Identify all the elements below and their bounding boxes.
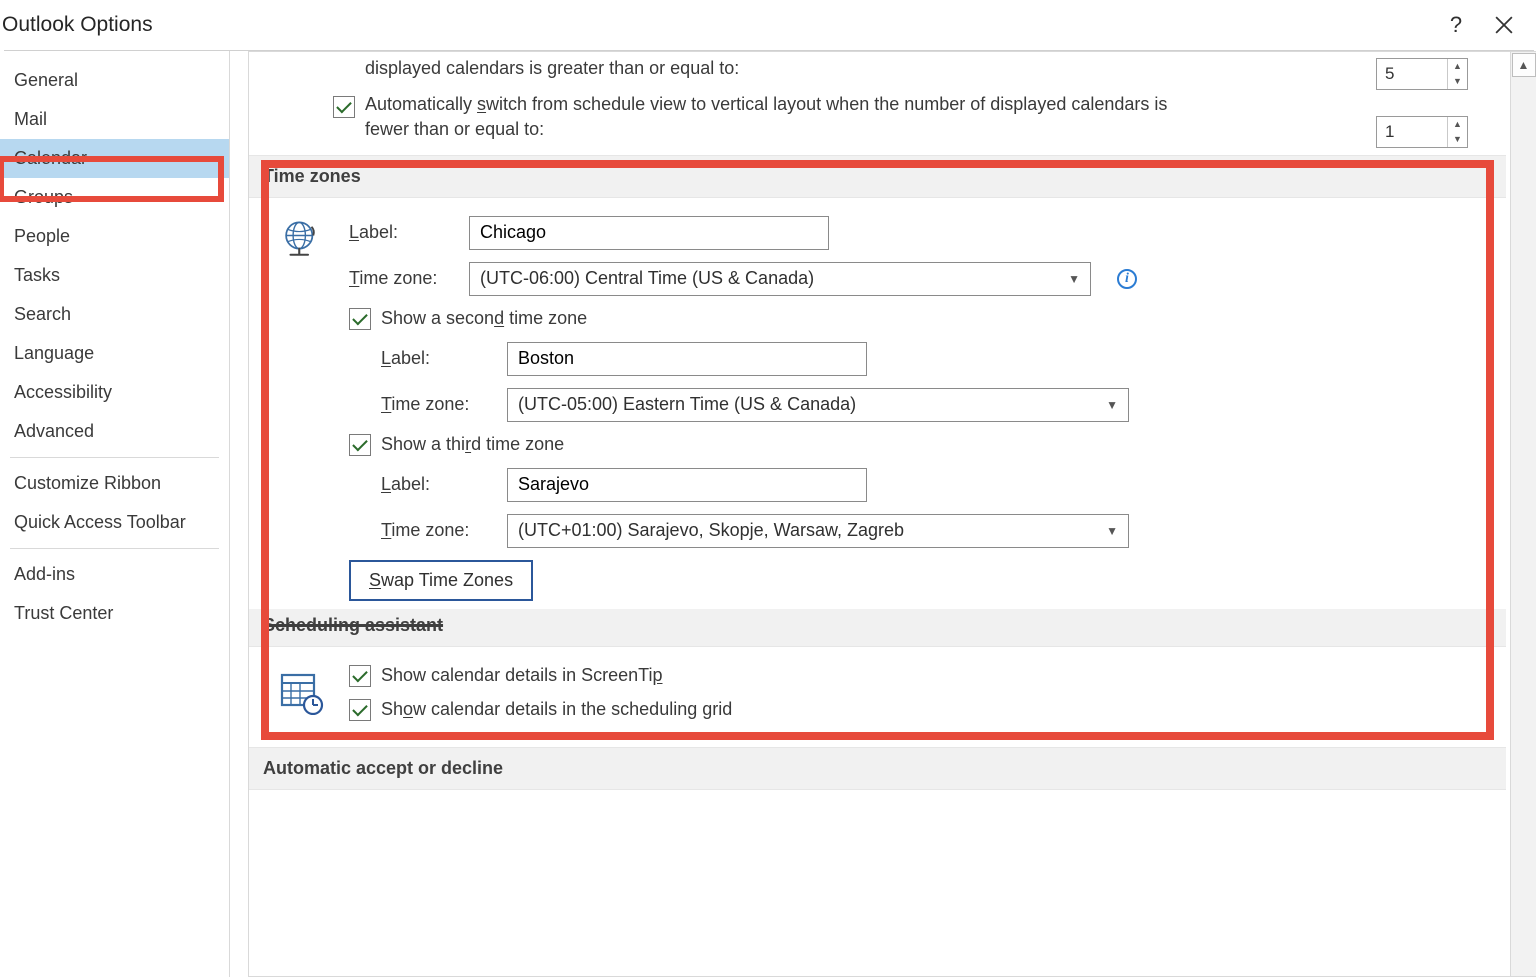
show-third-tz-checkbox[interactable] [349,434,371,456]
sidebar-item-label: Accessibility [14,382,112,402]
globe-icon [277,216,325,601]
chevron-down-icon: ▼ [1106,398,1118,412]
section-heading-auto-accept: Automatic accept or decline [249,747,1506,790]
sidebar-item-label: Add-ins [14,564,75,584]
chevron-down-icon: ▼ [1068,272,1080,286]
scroll-up-arrow-icon[interactable]: ▲ [1512,53,1536,77]
display-setting-text-partial: displayed calendars is greater than or e… [365,56,739,80]
sidebar-separator [10,457,219,458]
close-icon [1495,16,1513,34]
vertical-scrollbar[interactable]: ▲ [1510,52,1536,976]
sidebar-item-label: Language [14,343,94,363]
sidebar-item-label: Quick Access Toolbar [14,512,186,532]
sidebar-item-label: Trust Center [14,603,113,623]
sidebar-item-search[interactable]: Search [0,295,229,334]
sidebar-item-mail[interactable]: Mail [0,100,229,139]
sidebar-item-calendar[interactable]: Calendar [0,139,229,178]
sidebar-item-accessibility[interactable]: Accessibility [0,373,229,412]
show-second-tz-label: Show a second time zone [381,308,587,329]
chevron-down-icon[interactable]: ▼ [1448,132,1467,147]
select-value: (UTC+01:00) Sarajevo, Skopje, Warsaw, Za… [518,520,904,541]
select-value: (UTC-06:00) Central Time (US & Canada) [480,268,814,289]
spinner-value: 1 [1377,122,1447,142]
swap-timezones-button[interactable]: Swap Time Zones [349,560,533,601]
titlebar: Outlook Options ? [0,0,1536,50]
close-button[interactable] [1480,5,1528,45]
calendar-clock-icon [277,665,325,733]
scheduling-grid-checkbox[interactable] [349,699,371,721]
chevron-up-icon[interactable]: ▲ [1448,117,1467,132]
chevron-down-icon: ▼ [1106,524,1118,538]
spinner-value: 5 [1377,64,1447,84]
sidebar-item-language[interactable]: Language [0,334,229,373]
scheduling-grid-label: Show calendar details in the scheduling … [381,699,732,720]
primary-tz-select[interactable]: (UTC-06:00) Central Time (US & Canada) ▼ [469,262,1091,296]
second-tz-select[interactable]: (UTC-05:00) Eastern Time (US & Canada) ▼ [507,388,1129,422]
auto-switch-label: Automatically switch from schedule view … [365,92,1185,141]
show-second-tz-checkbox[interactable] [349,308,371,330]
sidebar-item-label: Groups [14,187,73,207]
sidebar: General Mail Calendar Groups People Task… [0,51,230,977]
chevron-up-icon[interactable]: ▲ [1448,59,1467,74]
sidebar-item-trust-center[interactable]: Trust Center [0,594,229,633]
select-value: (UTC-05:00) Eastern Time (US & Canada) [518,394,856,415]
chevron-down-icon[interactable]: ▼ [1448,74,1467,89]
sidebar-item-label: Search [14,304,71,324]
auto-switch-checkbox[interactable] [333,96,355,118]
sidebar-item-label: Calendar [14,148,87,168]
screentip-label: Show calendar details in ScreenTip [381,665,663,686]
screentip-checkbox[interactable] [349,665,371,687]
window-title: Outlook Options [0,13,1432,37]
primary-tz-label-input[interactable] [469,216,829,250]
help-button[interactable]: ? [1432,5,1480,45]
sidebar-item-label: Customize Ribbon [14,473,161,493]
sidebar-item-tasks[interactable]: Tasks [0,256,229,295]
sidebar-item-general[interactable]: General [0,61,229,100]
sidebar-separator [10,548,219,549]
sidebar-item-groups[interactable]: Groups [0,178,229,217]
sidebar-item-quick-access[interactable]: Quick Access Toolbar [0,503,229,542]
section-heading-scheduling: Scheduling assistant [249,609,1506,647]
sidebar-item-label: General [14,70,78,90]
sidebar-item-label: Advanced [14,421,94,441]
show-third-tz-label: Show a third time zone [381,434,564,455]
sidebar-item-customize-ribbon[interactable]: Customize Ribbon [0,464,229,503]
sidebar-item-advanced[interactable]: Advanced [0,412,229,451]
sidebar-item-label: Mail [14,109,47,129]
section-heading-timezones: Time zones [249,155,1506,198]
sidebar-item-people[interactable]: People [0,217,229,256]
third-tz-select[interactable]: (UTC+01:00) Sarajevo, Skopje, Warsaw, Za… [507,514,1129,548]
sidebar-item-label: Tasks [14,265,60,285]
third-tz-label-input[interactable] [507,468,867,502]
sidebar-item-label: People [14,226,70,246]
second-tz-label-input[interactable] [507,342,867,376]
schedule-threshold-spinner-2[interactable]: 1 ▲▼ [1376,116,1468,148]
info-icon[interactable]: i [1117,269,1137,289]
sidebar-item-addins[interactable]: Add-ins [0,555,229,594]
schedule-threshold-spinner-1[interactable]: 5 ▲▼ [1376,58,1468,90]
